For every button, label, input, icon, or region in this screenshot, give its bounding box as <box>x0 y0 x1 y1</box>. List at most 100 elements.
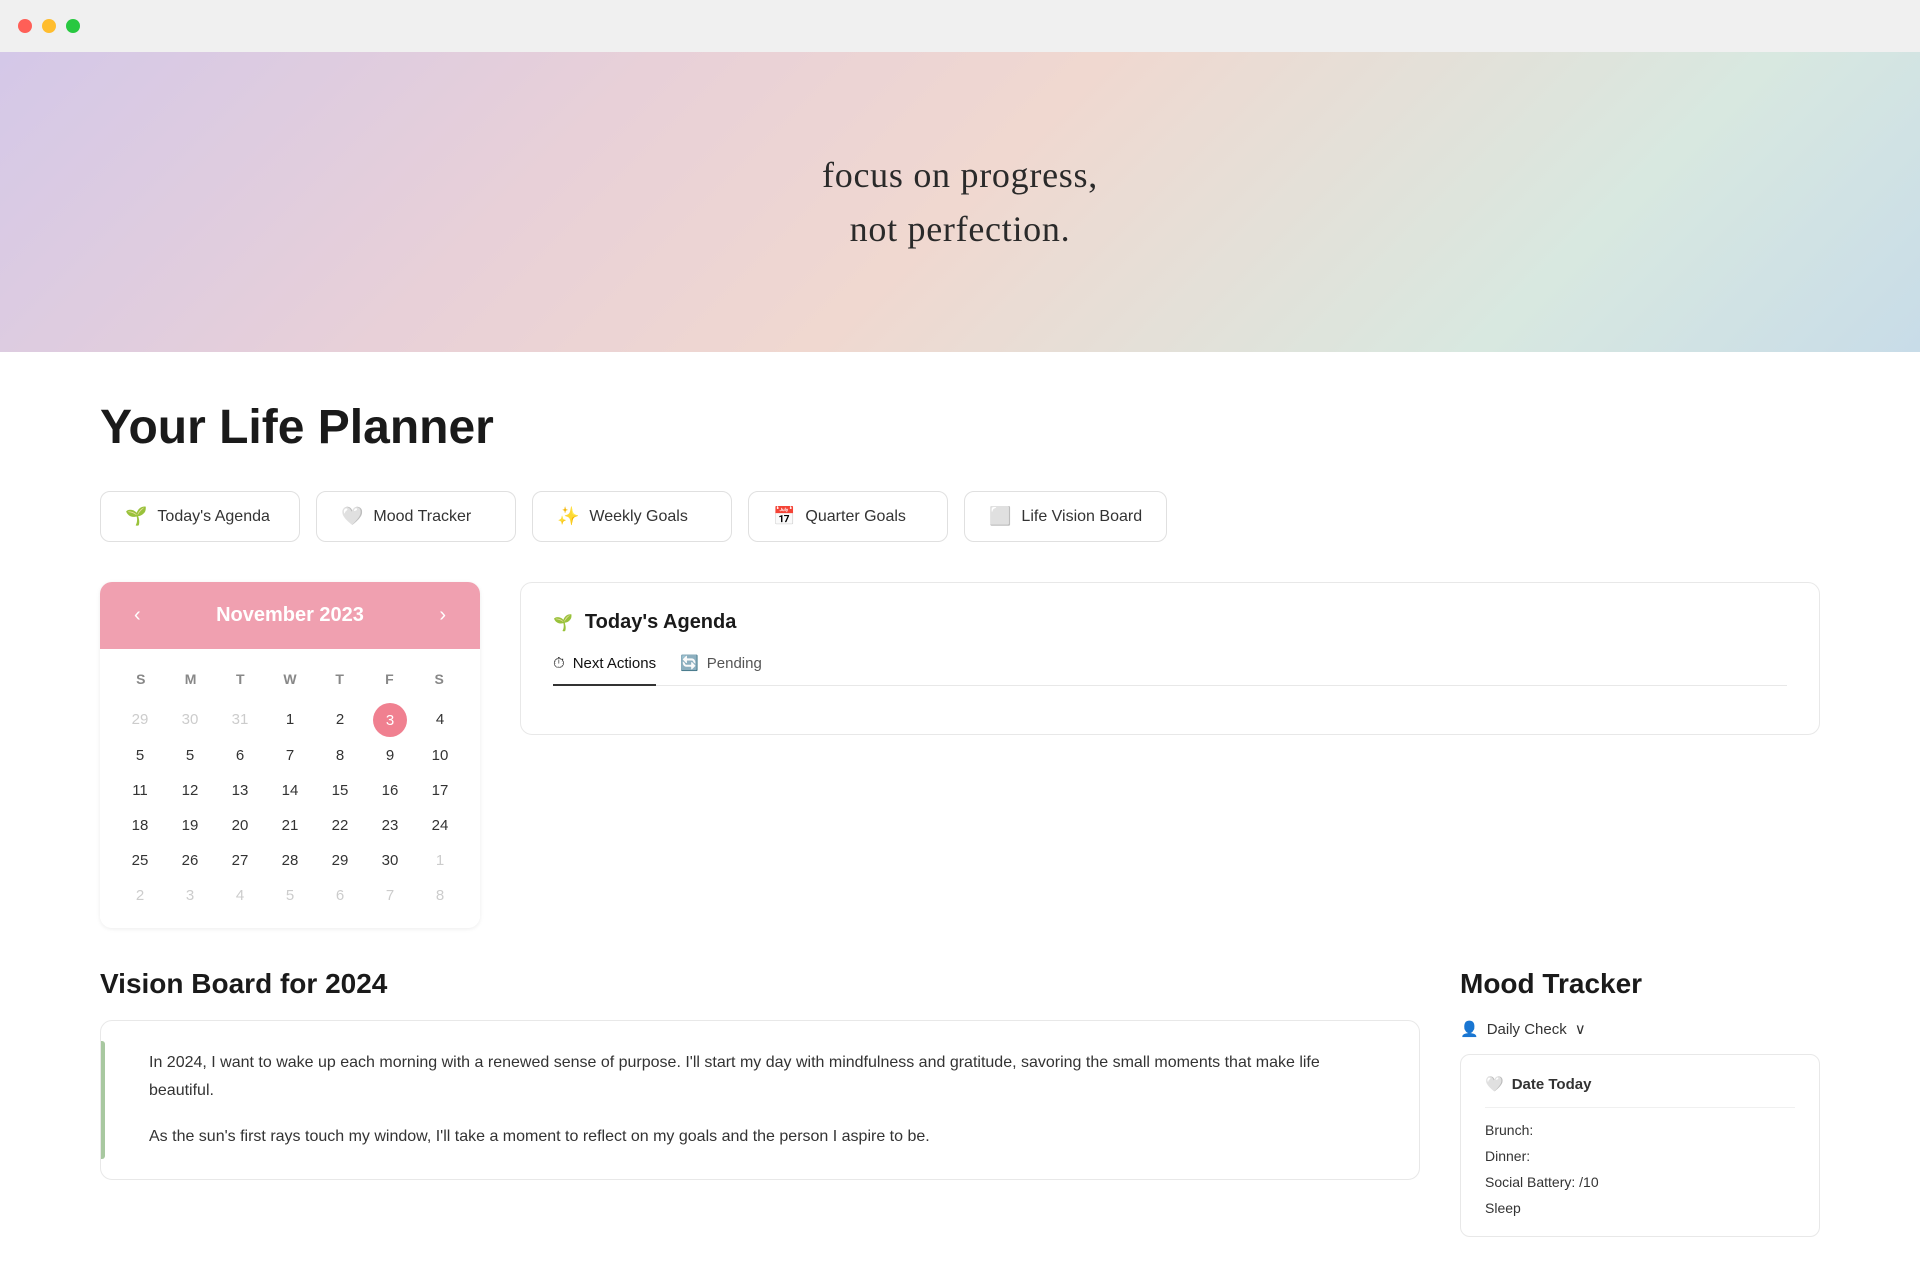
tab-pending[interactable]: 🔄 Pending <box>680 654 762 686</box>
top-columns: ‹ November 2023 › S M T W T F S 29 30 <box>100 582 1820 928</box>
mood-date-header: 🤍 Date Today <box>1485 1075 1795 1108</box>
cal-day[interactable]: 2 <box>316 703 364 737</box>
weekday-tue: T <box>215 665 265 693</box>
weekday-sun: S <box>116 665 166 693</box>
cal-day[interactable]: 1 <box>266 703 314 737</box>
cal-day[interactable]: 31 <box>216 703 264 737</box>
weekly-pill-label: Weekly Goals <box>589 508 687 526</box>
cal-day[interactable]: 1 <box>416 844 464 877</box>
cal-day[interactable]: 2 <box>116 879 164 912</box>
nav-pill-vision[interactable]: ⬜ Life Vision Board <box>964 491 1167 542</box>
heart-icon: 🤍 <box>1485 1075 1504 1093</box>
vision-card: In 2024, I want to wake up each morning … <box>100 1020 1420 1180</box>
cal-day[interactable]: 19 <box>166 809 214 842</box>
daily-check-label: Daily Check <box>1487 1021 1567 1038</box>
cal-day[interactable]: 4 <box>216 879 264 912</box>
cal-day[interactable]: 4 <box>416 703 464 737</box>
cal-day[interactable]: 18 <box>116 809 164 842</box>
calendar-prev-button[interactable]: ‹ <box>124 600 151 631</box>
weekday-thu: T <box>315 665 365 693</box>
cal-day[interactable]: 25 <box>116 844 164 877</box>
cal-day[interactable]: 6 <box>316 879 364 912</box>
vision-paragraph1: In 2024, I want to wake up each morning … <box>133 1049 1387 1105</box>
cal-day[interactable]: 29 <box>316 844 364 877</box>
cal-day[interactable]: 28 <box>266 844 314 877</box>
close-button[interactable] <box>18 19 32 33</box>
cal-day[interactable]: 23 <box>366 809 414 842</box>
cal-day-today[interactable]: 3 <box>373 703 407 737</box>
nav-pill-weekly[interactable]: ✨ Weekly Goals <box>532 491 732 542</box>
bottom-section: Vision Board for 2024 In 2024, I want to… <box>100 968 1820 1237</box>
pending-label: Pending <box>707 655 762 672</box>
cal-day[interactable]: 12 <box>166 774 214 807</box>
page-title: Your Life Planner <box>100 400 1820 455</box>
mood-date-card: 🤍 Date Today Brunch: Dinner: Social Batt… <box>1460 1054 1820 1237</box>
tab-next-actions[interactable]: ⏱ Next Actions <box>553 654 656 686</box>
cal-day[interactable]: 30 <box>166 703 214 737</box>
brunch-label: Brunch: <box>1485 1122 1533 1138</box>
nav-pill-agenda[interactable]: 🌱 Today's Agenda <box>100 491 300 542</box>
daily-check-button[interactable]: 👤 Daily Check ∨ <box>1460 1020 1820 1038</box>
calendar-body: S M T W T F S 29 30 31 1 2 3 4 <box>100 649 480 928</box>
agenda-icon: 🌱 <box>125 506 147 527</box>
cal-day[interactable]: 20 <box>216 809 264 842</box>
cal-day[interactable]: 7 <box>366 879 414 912</box>
pending-icon: 🔄 <box>680 654 699 672</box>
cal-day[interactable]: 26 <box>166 844 214 877</box>
vision-icon: ⬜ <box>989 506 1011 527</box>
cal-day[interactable]: 5 <box>266 879 314 912</box>
vision-accent-bar <box>101 1041 105 1159</box>
cal-day[interactable]: 29 <box>116 703 164 737</box>
cal-day[interactable]: 9 <box>366 739 414 772</box>
mood-field-brunch: Brunch: <box>1485 1122 1795 1138</box>
cal-day[interactable]: 3 <box>166 879 214 912</box>
cal-day[interactable]: 14 <box>266 774 314 807</box>
chevron-down-icon: ∨ <box>1575 1020 1586 1038</box>
cal-day[interactable]: 16 <box>366 774 414 807</box>
cal-day[interactable]: 11 <box>116 774 164 807</box>
vision-section: Vision Board for 2024 In 2024, I want to… <box>100 968 1420 1180</box>
mood-date-label: Date Today <box>1512 1076 1592 1093</box>
cal-day[interactable]: 7 <box>266 739 314 772</box>
cal-day[interactable]: 27 <box>216 844 264 877</box>
cal-day[interactable]: 8 <box>316 739 364 772</box>
agenda-panel-title: Today's Agenda <box>585 611 736 634</box>
cal-day[interactable]: 21 <box>266 809 314 842</box>
weekly-icon: ✨ <box>557 506 579 527</box>
vision-board-title: Vision Board for 2024 <box>100 968 1420 1000</box>
titlebar <box>0 0 1920 52</box>
maximize-button[interactable] <box>66 19 80 33</box>
hero-quote-line1: focus on progress, <box>822 148 1098 202</box>
agenda-panel: 🌱 Today's Agenda ⏱ Next Actions 🔄 Pendin… <box>520 582 1820 735</box>
mood-fields: Brunch: Dinner: Social Battery: /10 Slee… <box>1485 1122 1795 1216</box>
vision-paragraph2: As the sun's first rays touch my window,… <box>133 1123 1387 1151</box>
cal-day[interactable]: 13 <box>216 774 264 807</box>
minimize-button[interactable] <box>42 19 56 33</box>
calendar-next-button[interactable]: › <box>429 600 456 631</box>
vision-pill-label: Life Vision Board <box>1021 508 1142 526</box>
cal-day[interactable]: 6 <box>216 739 264 772</box>
mood-field-sleep: Sleep <box>1485 1200 1795 1216</box>
cal-day[interactable]: 15 <box>316 774 364 807</box>
calendar-days: 29 30 31 1 2 3 4 5 5 6 7 8 9 10 11 <box>116 703 464 912</box>
agenda-panel-icon: 🌱 <box>553 613 573 633</box>
weekday-fri: F <box>365 665 415 693</box>
cal-day[interactable]: 8 <box>416 879 464 912</box>
cal-day[interactable]: 22 <box>316 809 364 842</box>
cal-day[interactable]: 30 <box>366 844 414 877</box>
mood-icon: 🤍 <box>341 506 363 527</box>
weekday-wed: W <box>265 665 315 693</box>
nav-pill-mood[interactable]: 🤍 Mood Tracker <box>316 491 516 542</box>
nav-pill-quarter[interactable]: 📅 Quarter Goals <box>748 491 948 542</box>
social-label: Social Battery: /10 <box>1485 1174 1599 1190</box>
cal-day[interactable]: 10 <box>416 739 464 772</box>
cal-day[interactable]: 17 <box>416 774 464 807</box>
cal-day[interactable]: 5 <box>116 739 164 772</box>
cal-day[interactable]: 5 <box>166 739 214 772</box>
calendar-weekdays: S M T W T F S <box>116 665 464 693</box>
calendar-widget: ‹ November 2023 › S M T W T F S 29 30 <box>100 582 480 928</box>
cal-day[interactable]: 24 <box>416 809 464 842</box>
sleep-label: Sleep <box>1485 1200 1521 1216</box>
weekday-sat: S <box>414 665 464 693</box>
mood-tracker-title: Mood Tracker <box>1460 968 1820 1000</box>
